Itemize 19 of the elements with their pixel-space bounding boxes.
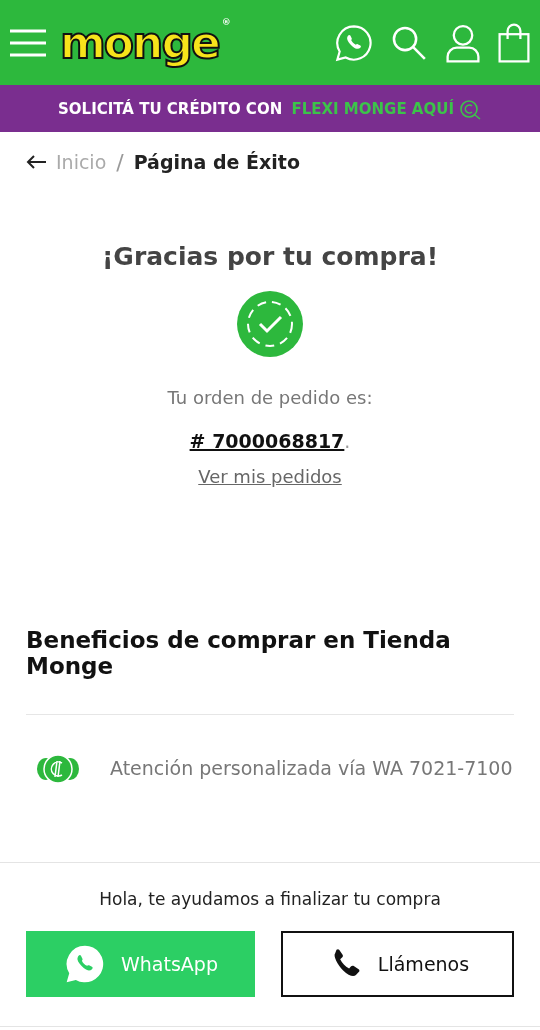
credit-icon	[458, 97, 482, 120]
menu-icon[interactable]	[10, 27, 46, 58]
coins-icon	[36, 752, 80, 785]
call-button[interactable]: Llámenos	[281, 931, 514, 997]
shopping-bag-icon[interactable]	[498, 22, 530, 63]
benefits-heading: Beneficios de comprar en Tienda Monge	[26, 627, 452, 680]
current-page: Página de Éxito	[133, 151, 300, 173]
my-orders-link[interactable]: Ver mis pedidos	[198, 466, 342, 487]
whatsapp-icon[interactable]	[334, 22, 374, 63]
benefit-text: Atención personalizada vía WA 7021-7100	[110, 755, 513, 781]
help-text: Hola, te ayudamos a finalizar tu compra	[98, 889, 442, 909]
user-icon[interactable]	[444, 22, 482, 63]
thank-you-heading: ¡Gracias por tu compra!	[101, 242, 439, 271]
breadcrumb-separator: /	[116, 149, 124, 175]
order-label: Tu orden de pedido es:	[167, 387, 373, 408]
back-arrow-icon[interactable]	[26, 155, 46, 169]
check-circle-icon	[237, 291, 303, 357]
credit-promo-link[interactable]: SOLICITÁ TU CRÉDITO CON FLEXI MONGE AQUÍ	[0, 85, 540, 132]
order-number: # 7000068817.	[189, 430, 351, 452]
